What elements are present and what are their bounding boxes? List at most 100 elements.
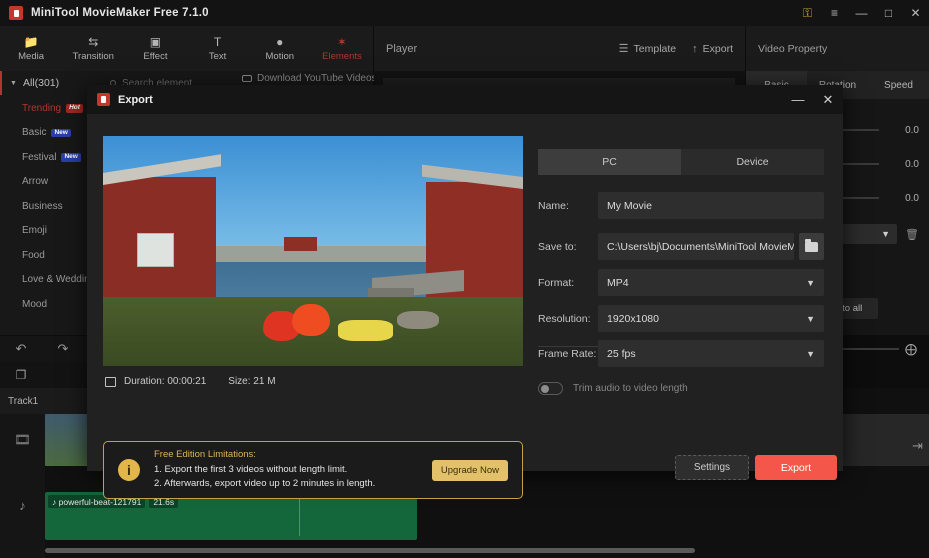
category-label: Business — [22, 200, 63, 212]
redo-icon[interactable]: ↷ — [42, 341, 84, 357]
name-label: Name: — [538, 199, 569, 212]
audio-clip[interactable]: ♪ powerful-beat-121791 21.6s — [45, 492, 417, 540]
format-select[interactable]: MP4 ▼ — [598, 269, 824, 296]
category-label: Trending — [22, 102, 62, 114]
browse-folder-button[interactable] — [799, 233, 824, 260]
undo-icon[interactable]: ↶ — [0, 341, 42, 357]
category-item-trending[interactable]: Trending Hot — [0, 96, 100, 121]
export-label: Export — [702, 42, 733, 55]
destination-tabs: PC Device — [538, 149, 824, 175]
toolbar-item-motion[interactable]: ● Motion — [249, 26, 311, 71]
app-logo-icon — [9, 6, 23, 20]
minimize-icon[interactable]: — — [848, 0, 875, 26]
key-icon[interactable]: ⚿ — [794, 0, 821, 26]
zoom-in-icon[interactable]: ⨁ — [905, 342, 917, 356]
framerate-value: 25 fps — [607, 347, 636, 360]
category-label: Arrow — [22, 176, 49, 188]
delete-icon[interactable]: 🗑 — [905, 228, 919, 241]
category-item-food[interactable]: Food — [0, 243, 100, 268]
toolbar-item-effect[interactable]: ▣ Effect — [124, 26, 186, 71]
template-button[interactable]: ☰ Template — [618, 42, 677, 56]
add-media-icon[interactable]: ❐ — [0, 368, 42, 382]
category-item-emoji[interactable]: Emoji — [0, 219, 100, 244]
toolbar-label: Elements — [322, 50, 362, 62]
toolbar-label: Transition — [72, 50, 114, 62]
maximize-icon[interactable]: □ — [875, 0, 902, 26]
window-controls: ⚿ ≡ — □ ✕ — [794, 0, 929, 26]
upload-icon: ↑ — [692, 42, 698, 55]
effect-icon: ▣ — [149, 34, 162, 49]
title-bar: MiniTool MovieMaker Free 7.1.0 ⚿ ≡ — □ ✕ — [0, 0, 929, 26]
video-track-icon: 🎞 — [14, 432, 31, 447]
preview-orange-kayak — [292, 303, 330, 337]
category-item-business[interactable]: Business — [0, 194, 100, 219]
meta-text: Duration: 00:00:21 Size: 21 M — [124, 376, 276, 387]
toolbar-item-transition[interactable]: ⇆ Transition — [62, 26, 124, 71]
export-button-header[interactable]: ↑ Export — [692, 43, 733, 55]
upgrade-now-button[interactable]: Upgrade Now — [431, 459, 508, 481]
settings-button[interactable]: Settings — [675, 455, 749, 480]
close-icon[interactable]: ✕ — [902, 0, 929, 26]
player-header: Player ☰ Template ↑ Export — [374, 26, 745, 71]
name-field-row: Name: My Movie — [538, 192, 824, 219]
tab-device[interactable]: Device — [681, 149, 824, 175]
category-label: Emoji — [22, 225, 48, 237]
chevron-down-icon: ▼ — [806, 277, 815, 288]
minimize-icon[interactable]: — — [783, 85, 813, 114]
export-dialog-controls: — ✕ — [783, 85, 843, 114]
app-title: MiniTool MovieMaker Free 7.1.0 — [31, 7, 209, 19]
category-item-arrow[interactable]: Arrow — [0, 170, 100, 195]
horizontal-scrollbar[interactable] — [45, 548, 695, 553]
tab-speed[interactable]: Speed — [868, 71, 929, 99]
chevron-down-icon: ▼ — [10, 79, 17, 87]
name-input[interactable]: My Movie — [598, 192, 824, 219]
framerate-label: Frame Rate: — [538, 347, 597, 360]
duration-text: Duration: 00:00:21 — [124, 376, 207, 387]
download-youtube-videos-link[interactable]: Download YouTube Videos — [242, 73, 377, 84]
template-label: Template — [633, 42, 677, 55]
category-item-love-wedding[interactable]: Love & Weddin — [0, 268, 100, 293]
category-item-mood[interactable]: Mood — [0, 292, 100, 317]
resolution-select[interactable]: 1920x1080 ▼ — [598, 305, 824, 332]
toolbar-label: Effect — [143, 50, 168, 62]
format-field-row: Format: MP4 ▼ — [538, 269, 824, 296]
export-meta: Duration: 00:00:21 Size: 21 M — [105, 376, 276, 387]
category-label: Food — [22, 249, 45, 261]
export-button[interactable]: Export — [755, 455, 837, 480]
property-value: 0.0 — [905, 158, 919, 170]
toolbar-item-media[interactable]: 📁 Media — [0, 26, 62, 71]
property-value: 0.0 — [905, 124, 919, 136]
audio-track-icon: ♪ — [19, 498, 26, 513]
framerate-select[interactable]: 25 fps ▼ — [598, 340, 824, 367]
category-item-festival[interactable]: Festival New — [0, 145, 100, 170]
category-item-basic[interactable]: Basic New — [0, 121, 100, 146]
limitations-line-2: 2. Afterwards, export video up to 2 minu… — [154, 478, 376, 489]
trim-audio-row: Trim audio to video length — [538, 382, 688, 395]
saveto-input[interactable]: C:\Users\bj\Documents\MiniTool MovieMake… — [598, 233, 794, 260]
download-link-label: Download YouTube Videos — [257, 73, 377, 84]
preview-rock — [397, 310, 439, 330]
chevron-down-icon: ▼ — [881, 229, 891, 239]
player-actions: ☰ Template ↑ Export — [618, 42, 733, 56]
trim-audio-toggle[interactable] — [538, 382, 563, 395]
limitations-text: Free Edition Limitations: 1. Export the … — [154, 449, 375, 491]
layers-icon: ☰ — [618, 43, 629, 55]
library-all-filter[interactable]: ▼ All(301) — [0, 71, 100, 95]
preview-yellow-kayak — [338, 320, 393, 341]
video-preview — [103, 136, 523, 366]
toolbar-item-elements[interactable]: ✶ Elements — [311, 26, 373, 71]
toolbar-label: Motion — [265, 50, 295, 62]
property-value: 0.0 — [905, 192, 919, 204]
chevron-down-icon: ▼ — [806, 313, 815, 324]
property-panel-title: Video Property — [758, 42, 828, 55]
toolbar-item-text[interactable]: T Text — [187, 26, 249, 71]
text-icon: T — [213, 34, 222, 49]
timeline-expand-icon[interactable]: ⇥ — [912, 438, 923, 454]
menu-icon[interactable]: ≡ — [821, 0, 848, 26]
app-window: MiniTool MovieMaker Free 7.1.0 ⚿ ≡ — □ ✕… — [0, 0, 929, 558]
close-icon[interactable]: ✕ — [813, 85, 843, 114]
resolution-field-row: Resolution: 1920x1080 ▼ — [538, 305, 824, 332]
export-dialog-body: Duration: 00:00:21 Size: 21 M PC Device … — [87, 114, 843, 499]
preview-far-house — [283, 237, 318, 251]
tab-pc[interactable]: PC — [538, 149, 681, 175]
